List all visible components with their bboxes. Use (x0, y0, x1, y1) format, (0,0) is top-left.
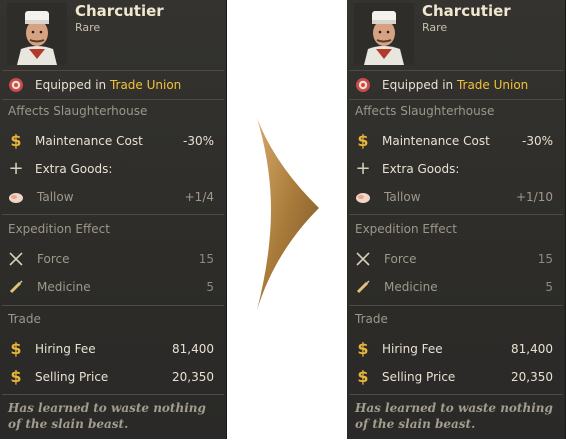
tallow-label: Tallow (384, 190, 421, 204)
guild-emblem-icon (9, 78, 23, 92)
selling-price-row: $ Selling Price 20,350 (347, 367, 565, 387)
divider (2, 305, 224, 306)
tallow-value: +1/10 (515, 190, 553, 204)
hiring-fee-label: Hiring Fee (35, 342, 96, 356)
extra-goods-label: Extra Goods: (382, 162, 460, 176)
medicine-value: 5 (545, 280, 553, 294)
dollar-icon: $ (10, 131, 22, 150)
dollar-icon: $ (357, 131, 369, 150)
hiring-fee-row: $ Hiring Fee 81,400 (347, 339, 565, 359)
divider (2, 70, 224, 71)
item-card-before: Charcutier Rare Equipped in Trade Union … (0, 0, 227, 439)
card-title: Charcutier (75, 2, 164, 20)
chef-portrait (7, 3, 67, 65)
maintenance-value: -30% (521, 134, 553, 148)
section-affects: Affects Slaughterhouse (355, 104, 495, 118)
comparison-arrow (227, 0, 347, 439)
dollar-icon: $ (10, 367, 22, 386)
equipped-row: Equipped in Trade Union (0, 75, 226, 95)
force-row: Force 15 (347, 249, 565, 269)
section-expedition: Expedition Effect (355, 222, 457, 236)
maintenance-row: $ Maintenance Cost -30% (347, 131, 565, 151)
flavor-text: Has learned to waste nothing of the slai… (355, 401, 553, 431)
section-trade: Trade (8, 312, 41, 326)
divider (349, 394, 563, 395)
syringe-icon (356, 280, 370, 294)
force-value: 15 (537, 252, 553, 266)
guild-emblem-icon (356, 78, 370, 92)
selling-price-row: $ Selling Price 20,350 (0, 367, 226, 387)
tallow-label: Tallow (37, 190, 74, 204)
equipped-prefix: Equipped in (382, 78, 457, 92)
card-title: Charcutier (422, 2, 511, 20)
section-expedition: Expedition Effect (8, 222, 110, 236)
hiring-fee-value: 81,400 (172, 342, 214, 356)
dollar-icon: $ (10, 339, 22, 358)
divider (2, 99, 224, 100)
card-header: Charcutier Rare (347, 0, 565, 70)
divider (349, 99, 563, 100)
tallow-value: +1/4 (184, 190, 214, 204)
maintenance-row: $ Maintenance Cost -30% (0, 131, 226, 151)
hiring-fee-row: $ Hiring Fee 81,400 (0, 339, 226, 359)
maintenance-label: Maintenance Cost (382, 134, 490, 148)
tallow-row: Tallow +1/10 (347, 187, 565, 207)
flavor-text: Has learned to waste nothing of the slai… (8, 401, 206, 431)
equipped-place: Trade Union (109, 78, 182, 92)
section-affects: Affects Slaughterhouse (8, 104, 148, 118)
section-trade: Trade (355, 312, 388, 326)
tallow-icon (356, 193, 370, 203)
selling-price-value: 20,350 (172, 370, 214, 384)
divider (2, 214, 224, 215)
medicine-value: 5 (206, 280, 214, 294)
arrow-right-icon (257, 118, 319, 310)
crossed-swords-icon (9, 252, 23, 266)
card-header: Charcutier Rare (0, 0, 226, 70)
equipped-place: Trade Union (456, 78, 529, 92)
divider (349, 305, 563, 306)
medicine-label: Medicine (384, 280, 438, 294)
force-label: Force (37, 252, 70, 266)
extra-goods-label: Extra Goods: (35, 162, 113, 176)
medicine-row: Medicine 5 (347, 277, 565, 297)
selling-price-label: Selling Price (382, 370, 456, 384)
medicine-label: Medicine (37, 280, 91, 294)
maintenance-value: -30% (182, 134, 214, 148)
rarity-label: Rare (75, 21, 101, 34)
hiring-fee-value: 81,400 (511, 342, 553, 356)
equipped-row: Equipped in Trade Union (347, 75, 565, 95)
dollar-icon: $ (357, 339, 369, 358)
selling-price-label: Selling Price (35, 370, 109, 384)
plus-icon: + (355, 158, 371, 179)
tallow-row: Tallow +1/4 (0, 187, 226, 207)
divider (2, 394, 224, 395)
equipped-prefix: Equipped in (35, 78, 110, 92)
crossed-swords-icon (356, 252, 370, 266)
dollar-icon: $ (357, 367, 369, 386)
item-card-after: Charcutier Rare Equipped in Trade Union … (347, 0, 566, 439)
rarity-label: Rare (422, 21, 448, 34)
hiring-fee-label: Hiring Fee (382, 342, 443, 356)
force-value: 15 (198, 252, 214, 266)
force-row: Force 15 (0, 249, 226, 269)
force-label: Force (384, 252, 417, 266)
plus-icon: + (8, 158, 24, 179)
extra-goods-row: + Extra Goods: (0, 159, 226, 179)
selling-price-value: 20,350 (511, 370, 553, 384)
tallow-icon (9, 193, 23, 203)
extra-goods-row: + Extra Goods: (347, 159, 565, 179)
chef-portrait (354, 3, 414, 65)
divider (349, 214, 563, 215)
medicine-row: Medicine 5 (0, 277, 226, 297)
syringe-icon (9, 280, 23, 294)
divider (349, 70, 563, 71)
maintenance-label: Maintenance Cost (35, 134, 143, 148)
